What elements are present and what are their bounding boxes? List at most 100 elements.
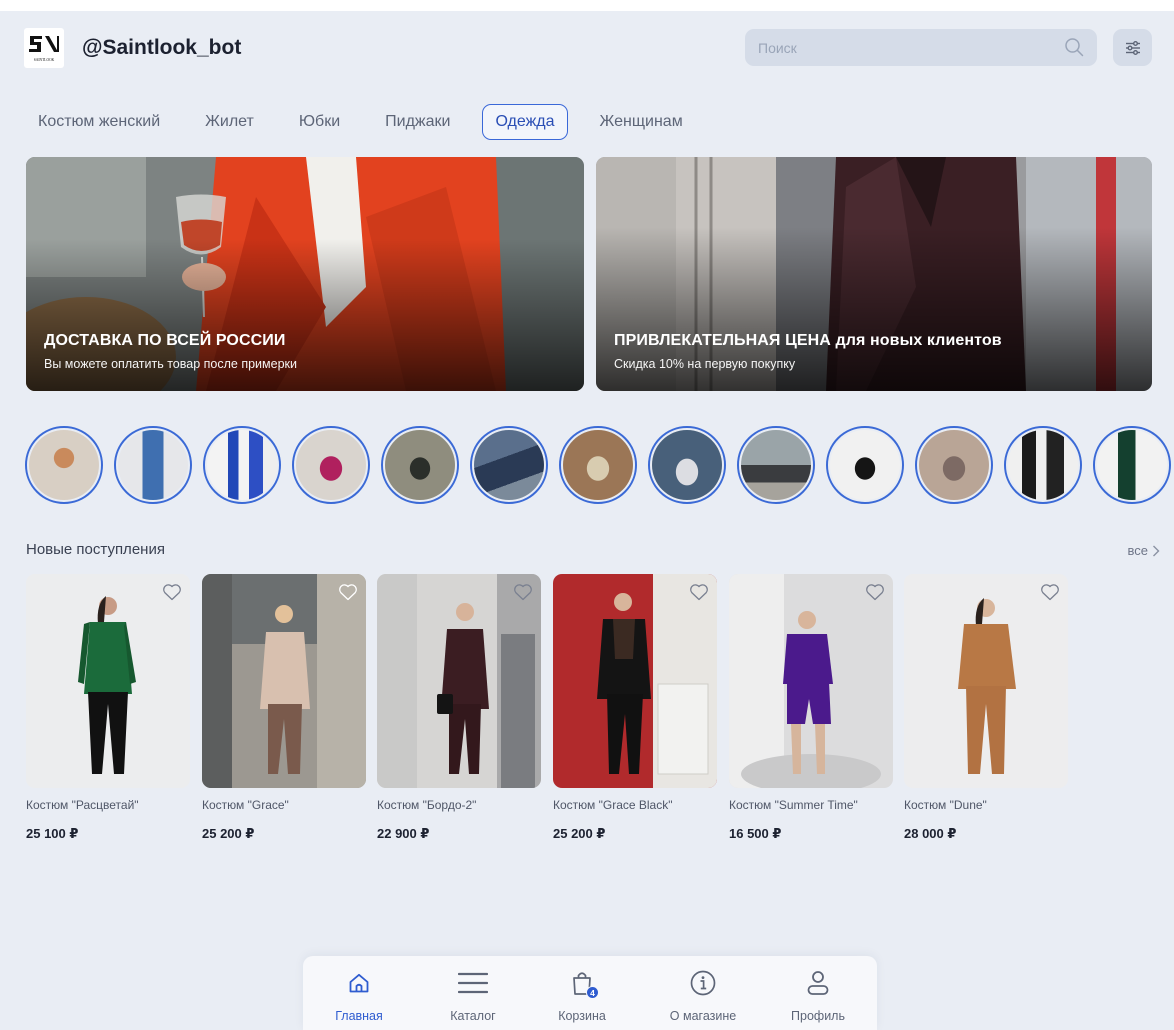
product-image (377, 574, 541, 788)
cart-badge: 4 (586, 986, 599, 999)
see-all-label: все (1127, 543, 1149, 558)
search-icon[interactable] (1064, 37, 1084, 57)
story-thumbnail (652, 430, 722, 500)
product-name: Костюм "Summer Time" (729, 798, 858, 812)
nav-label: Главная (335, 1009, 383, 1023)
story-item[interactable] (114, 426, 192, 504)
story-item[interactable] (381, 426, 459, 504)
story-thumbnail (830, 430, 900, 500)
product-price: 25 200 ₽ (553, 826, 606, 841)
banner-title: ПРИВЛЕКАТЕЛЬНАЯ ЦЕНА для новых клиентов (614, 332, 1002, 349)
nav-home[interactable]: Главная (309, 968, 409, 1023)
search-box[interactable] (745, 29, 1097, 66)
story-thumbnail (474, 430, 544, 500)
product-price: 25 200 ₽ (202, 826, 255, 841)
story-item[interactable] (648, 426, 726, 504)
story-thumbnail (741, 430, 811, 500)
product-image (202, 574, 366, 788)
nav-label: Профиль (791, 1009, 845, 1023)
home-icon (344, 968, 374, 998)
banner-subtitle: Скидка 10% на первую покупку (614, 357, 796, 371)
product-name: Костюм "Расцветай" (26, 798, 139, 812)
nav-cart[interactable]: 4 Корзина (532, 968, 632, 1023)
tab-odezhda[interactable]: Одежда (482, 104, 568, 140)
header: SAINTLOOK @Saintlook_bot (0, 11, 1174, 83)
product-card[interactable]: Костюм "Grace" 25 200 ₽ (202, 574, 366, 842)
heart-icon[interactable] (689, 583, 709, 601)
banner-new-clients[interactable]: ПРИВЛЕКАТЕЛЬНАЯ ЦЕНА для новых клиентов … (596, 157, 1152, 391)
brand-logo[interactable]: SAINTLOOK (24, 28, 64, 68)
product-name: Костюм "Бордо-2" (377, 798, 477, 812)
banner-delivery-text: ДОСТАВКА ПО ВСЕЙ РОССИИ Вы можете оплати… (44, 332, 297, 371)
nav-profile[interactable]: Профиль (768, 968, 868, 1023)
story-item[interactable] (737, 426, 815, 504)
search-input[interactable] (745, 29, 1055, 66)
product-name: Костюм "Dune" (904, 798, 987, 812)
story-thumbnail (563, 430, 633, 500)
story-item[interactable] (559, 426, 637, 504)
story-item[interactable] (292, 426, 370, 504)
product-name: Костюм "Grace Black" (553, 798, 673, 812)
story-item[interactable] (915, 426, 993, 504)
story-thumbnail (29, 430, 99, 500)
see-all-link[interactable]: все (1128, 543, 1161, 558)
story-item[interactable] (25, 426, 103, 504)
product-card[interactable]: Костюм "Dune" 28 000 ₽ (904, 574, 1068, 842)
product-image (729, 574, 893, 788)
tab-zhenshchinam[interactable]: Женщинам (587, 104, 696, 140)
story-item[interactable] (203, 426, 281, 504)
product-price: 28 000 ₽ (904, 826, 957, 841)
bottom-navigation: Главная Каталог 4 Корзина О магазине Про… (303, 956, 877, 1030)
nav-label: Каталог (450, 1009, 496, 1023)
story-item[interactable] (1004, 426, 1082, 504)
info-icon (688, 968, 718, 998)
story-thumbnail (1008, 430, 1078, 500)
product-card[interactable]: Костюм "Бордо-2" 22 900 ₽ (377, 574, 541, 842)
heart-icon[interactable] (865, 583, 885, 601)
story-thumbnail (118, 430, 188, 500)
story-thumbnail (919, 430, 989, 500)
nav-about[interactable]: О магазине (653, 968, 753, 1023)
nav-catalog[interactable]: Каталог (423, 968, 523, 1023)
svg-text:SAINTLOOK: SAINTLOOK (34, 58, 55, 62)
menu-icon (458, 968, 488, 998)
story-item[interactable] (1093, 426, 1171, 504)
product-name: Костюм "Grace" (202, 798, 289, 812)
story-thumbnail (296, 430, 366, 500)
heart-icon[interactable] (338, 583, 358, 601)
product-card[interactable]: Костюм "Grace Black" 25 200 ₽ (553, 574, 717, 842)
banner-title: ДОСТАВКА ПО ВСЕЙ РОССИИ (44, 332, 286, 349)
heart-icon[interactable] (162, 583, 182, 601)
product-card[interactable]: Костюм "Расцветай" 25 100 ₽ (26, 574, 190, 842)
product-price: 16 500 ₽ (729, 826, 782, 841)
user-icon (803, 968, 833, 998)
nav-label: О магазине (669, 1009, 737, 1023)
tab-yubki[interactable]: Юбки (286, 104, 353, 140)
section-title-new-arrivals: Новые поступления (26, 541, 165, 558)
tab-pidzhaki[interactable]: Пиджаки (372, 104, 463, 140)
heart-icon[interactable] (513, 583, 533, 601)
bot-name: @Saintlook_bot (82, 36, 242, 59)
product-price: 25 100 ₽ (26, 826, 79, 841)
heart-icon[interactable] (1040, 583, 1060, 601)
product-price: 22 900 ₽ (377, 826, 430, 841)
top-strip (0, 0, 1174, 11)
product-image (553, 574, 717, 788)
sliders-icon (1125, 40, 1140, 55)
product-image (904, 574, 1068, 788)
story-item[interactable] (470, 426, 548, 504)
stories-row (25, 425, 1174, 505)
product-image (26, 574, 190, 788)
tab-kostyum-zhenskiy[interactable]: Костюм женский (25, 104, 173, 140)
tab-zhilet[interactable]: Жилет (192, 104, 267, 140)
banner-subtitle: Вы можете оплатить товар после примерки (44, 357, 297, 371)
story-thumbnail (207, 430, 277, 500)
story-item[interactable] (826, 426, 904, 504)
banner-delivery[interactable]: ДОСТАВКА ПО ВСЕЙ РОССИИ Вы можете оплати… (26, 157, 584, 391)
story-thumbnail (385, 430, 455, 500)
nav-label: Корзина (558, 1009, 606, 1023)
filter-button[interactable] (1113, 29, 1152, 66)
product-card[interactable]: Костюм "Summer Time" 16 500 ₽ (729, 574, 893, 842)
category-tabs: Костюм женский Жилет Юбки Пиджаки Одежда… (25, 104, 715, 140)
bag-icon: 4 (567, 968, 599, 999)
